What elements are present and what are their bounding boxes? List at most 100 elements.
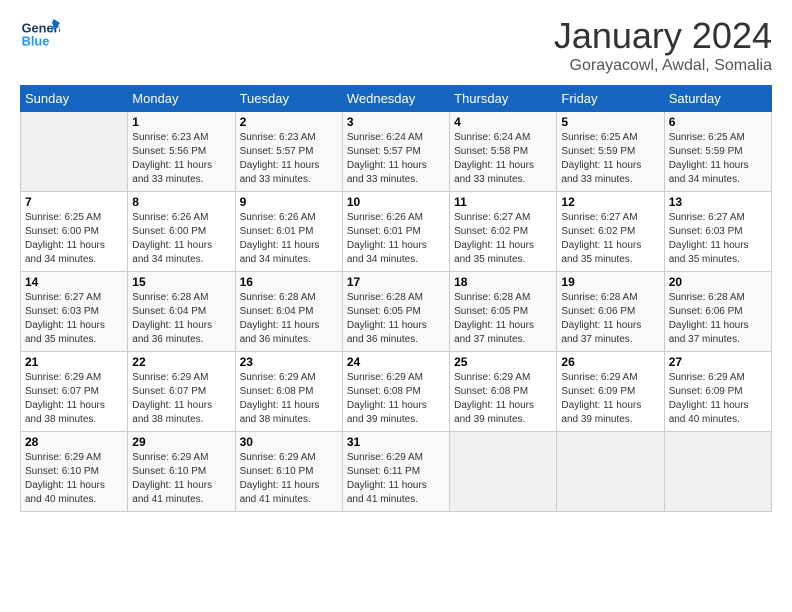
sunset-text: Sunset: 6:02 PM: [454, 226, 528, 237]
daylight-text: Daylight: 11 hours and 34 minutes.: [240, 240, 320, 265]
day-number: 18: [454, 275, 552, 289]
day-info: Sunrise: 6:24 AM Sunset: 5:57 PM Dayligh…: [347, 131, 445, 187]
daylight-text: Daylight: 11 hours and 36 minutes.: [347, 320, 427, 345]
day-info: Sunrise: 6:28 AM Sunset: 6:05 PM Dayligh…: [347, 291, 445, 347]
daylight-text: Daylight: 11 hours and 39 minutes.: [454, 400, 534, 425]
daylight-text: Daylight: 11 hours and 33 minutes.: [454, 160, 534, 185]
sunrise-text: Sunrise: 6:29 AM: [669, 372, 745, 383]
daylight-text: Daylight: 11 hours and 37 minutes.: [454, 320, 534, 345]
sunset-text: Sunset: 6:02 PM: [561, 226, 635, 237]
day-info: Sunrise: 6:29 AM Sunset: 6:09 PM Dayligh…: [669, 371, 767, 427]
calendar-day-cell: 28 Sunrise: 6:29 AM Sunset: 6:10 PM Dayl…: [21, 432, 128, 512]
day-info: Sunrise: 6:25 AM Sunset: 6:00 PM Dayligh…: [25, 211, 123, 267]
day-number: 10: [347, 195, 445, 209]
calendar-day-cell: 1 Sunrise: 6:23 AM Sunset: 5:56 PM Dayli…: [128, 112, 235, 192]
calendar-day-cell: [450, 432, 557, 512]
calendar-table: SundayMondayTuesdayWednesdayThursdayFrid…: [20, 85, 772, 512]
day-info: Sunrise: 6:29 AM Sunset: 6:10 PM Dayligh…: [25, 451, 123, 507]
calendar-day-cell: 14 Sunrise: 6:27 AM Sunset: 6:03 PM Dayl…: [21, 272, 128, 352]
calendar-day-cell: 26 Sunrise: 6:29 AM Sunset: 6:09 PM Dayl…: [557, 352, 664, 432]
daylight-text: Daylight: 11 hours and 34 minutes.: [132, 240, 212, 265]
day-number: 11: [454, 195, 552, 209]
calendar-day-cell: 17 Sunrise: 6:28 AM Sunset: 6:05 PM Dayl…: [342, 272, 449, 352]
sunset-text: Sunset: 5:57 PM: [347, 146, 421, 157]
sunrise-text: Sunrise: 6:29 AM: [347, 372, 423, 383]
general-blue-logo-icon: General Blue: [20, 15, 60, 55]
sunset-text: Sunset: 6:09 PM: [669, 386, 743, 397]
sunrise-text: Sunrise: 6:28 AM: [132, 292, 208, 303]
sunset-text: Sunset: 6:07 PM: [132, 386, 206, 397]
calendar-day-cell: 23 Sunrise: 6:29 AM Sunset: 6:08 PM Dayl…: [235, 352, 342, 432]
sunset-text: Sunset: 6:03 PM: [669, 226, 743, 237]
daylight-text: Daylight: 11 hours and 38 minutes.: [25, 400, 105, 425]
daylight-text: Daylight: 11 hours and 38 minutes.: [240, 400, 320, 425]
sunrise-text: Sunrise: 6:29 AM: [240, 452, 316, 463]
day-number: 22: [132, 355, 230, 369]
calendar-day-header: Saturday: [664, 86, 771, 112]
calendar-week-row: 7 Sunrise: 6:25 AM Sunset: 6:00 PM Dayli…: [21, 192, 772, 272]
sunset-text: Sunset: 5:58 PM: [454, 146, 528, 157]
day-info: Sunrise: 6:26 AM Sunset: 6:01 PM Dayligh…: [347, 211, 445, 267]
calendar-day-cell: 29 Sunrise: 6:29 AM Sunset: 6:10 PM Dayl…: [128, 432, 235, 512]
day-info: Sunrise: 6:28 AM Sunset: 6:06 PM Dayligh…: [561, 291, 659, 347]
sunset-text: Sunset: 5:57 PM: [240, 146, 314, 157]
page: General Blue January 2024 Gorayacowl, Aw…: [0, 0, 792, 612]
calendar-day-header: Wednesday: [342, 86, 449, 112]
header: General Blue January 2024 Gorayacowl, Aw…: [20, 15, 772, 75]
sunrise-text: Sunrise: 6:25 AM: [561, 132, 637, 143]
day-info: Sunrise: 6:29 AM Sunset: 6:09 PM Dayligh…: [561, 371, 659, 427]
day-info: Sunrise: 6:29 AM Sunset: 6:10 PM Dayligh…: [240, 451, 338, 507]
day-number: 1: [132, 115, 230, 129]
main-title: January 2024: [554, 15, 772, 57]
day-info: Sunrise: 6:23 AM Sunset: 5:56 PM Dayligh…: [132, 131, 230, 187]
daylight-text: Daylight: 11 hours and 41 minutes.: [240, 480, 320, 505]
sunrise-text: Sunrise: 6:29 AM: [132, 452, 208, 463]
sunset-text: Sunset: 6:09 PM: [561, 386, 635, 397]
day-number: 21: [25, 355, 123, 369]
day-number: 9: [240, 195, 338, 209]
calendar-day-header: Tuesday: [235, 86, 342, 112]
calendar-day-cell: 30 Sunrise: 6:29 AM Sunset: 6:10 PM Dayl…: [235, 432, 342, 512]
sunset-text: Sunset: 6:01 PM: [347, 226, 421, 237]
sunrise-text: Sunrise: 6:25 AM: [25, 212, 101, 223]
daylight-text: Daylight: 11 hours and 39 minutes.: [347, 400, 427, 425]
calendar-header-row: SundayMondayTuesdayWednesdayThursdayFrid…: [21, 86, 772, 112]
sunrise-text: Sunrise: 6:25 AM: [669, 132, 745, 143]
sunset-text: Sunset: 6:01 PM: [240, 226, 314, 237]
sunrise-text: Sunrise: 6:28 AM: [347, 292, 423, 303]
daylight-text: Daylight: 11 hours and 34 minutes.: [347, 240, 427, 265]
daylight-text: Daylight: 11 hours and 33 minutes.: [347, 160, 427, 185]
sunrise-text: Sunrise: 6:27 AM: [561, 212, 637, 223]
day-info: Sunrise: 6:29 AM Sunset: 6:08 PM Dayligh…: [454, 371, 552, 427]
sunset-text: Sunset: 6:10 PM: [25, 466, 99, 477]
daylight-text: Daylight: 11 hours and 35 minutes.: [454, 240, 534, 265]
calendar-day-cell: 11 Sunrise: 6:27 AM Sunset: 6:02 PM Dayl…: [450, 192, 557, 272]
daylight-text: Daylight: 11 hours and 33 minutes.: [132, 160, 212, 185]
sunrise-text: Sunrise: 6:26 AM: [240, 212, 316, 223]
calendar-day-cell: 18 Sunrise: 6:28 AM Sunset: 6:05 PM Dayl…: [450, 272, 557, 352]
daylight-text: Daylight: 11 hours and 37 minutes.: [561, 320, 641, 345]
calendar-day-cell: [557, 432, 664, 512]
sunrise-text: Sunrise: 6:27 AM: [25, 292, 101, 303]
sunset-text: Sunset: 6:04 PM: [132, 306, 206, 317]
day-number: 2: [240, 115, 338, 129]
calendar-day-cell: 16 Sunrise: 6:28 AM Sunset: 6:04 PM Dayl…: [235, 272, 342, 352]
calendar-day-cell: 27 Sunrise: 6:29 AM Sunset: 6:09 PM Dayl…: [664, 352, 771, 432]
day-number: 24: [347, 355, 445, 369]
sunset-text: Sunset: 6:00 PM: [25, 226, 99, 237]
daylight-text: Daylight: 11 hours and 34 minutes.: [669, 160, 749, 185]
calendar-day-cell: 22 Sunrise: 6:29 AM Sunset: 6:07 PM Dayl…: [128, 352, 235, 432]
calendar-day-cell: 25 Sunrise: 6:29 AM Sunset: 6:08 PM Dayl…: [450, 352, 557, 432]
day-number: 5: [561, 115, 659, 129]
sunset-text: Sunset: 6:00 PM: [132, 226, 206, 237]
day-info: Sunrise: 6:29 AM Sunset: 6:07 PM Dayligh…: [132, 371, 230, 427]
sunrise-text: Sunrise: 6:29 AM: [561, 372, 637, 383]
calendar-day-cell: 20 Sunrise: 6:28 AM Sunset: 6:06 PM Dayl…: [664, 272, 771, 352]
calendar-day-cell: 15 Sunrise: 6:28 AM Sunset: 6:04 PM Dayl…: [128, 272, 235, 352]
sunrise-text: Sunrise: 6:29 AM: [132, 372, 208, 383]
sunset-text: Sunset: 6:06 PM: [561, 306, 635, 317]
day-number: 15: [132, 275, 230, 289]
day-number: 28: [25, 435, 123, 449]
day-info: Sunrise: 6:29 AM Sunset: 6:07 PM Dayligh…: [25, 371, 123, 427]
sunset-text: Sunset: 6:05 PM: [454, 306, 528, 317]
